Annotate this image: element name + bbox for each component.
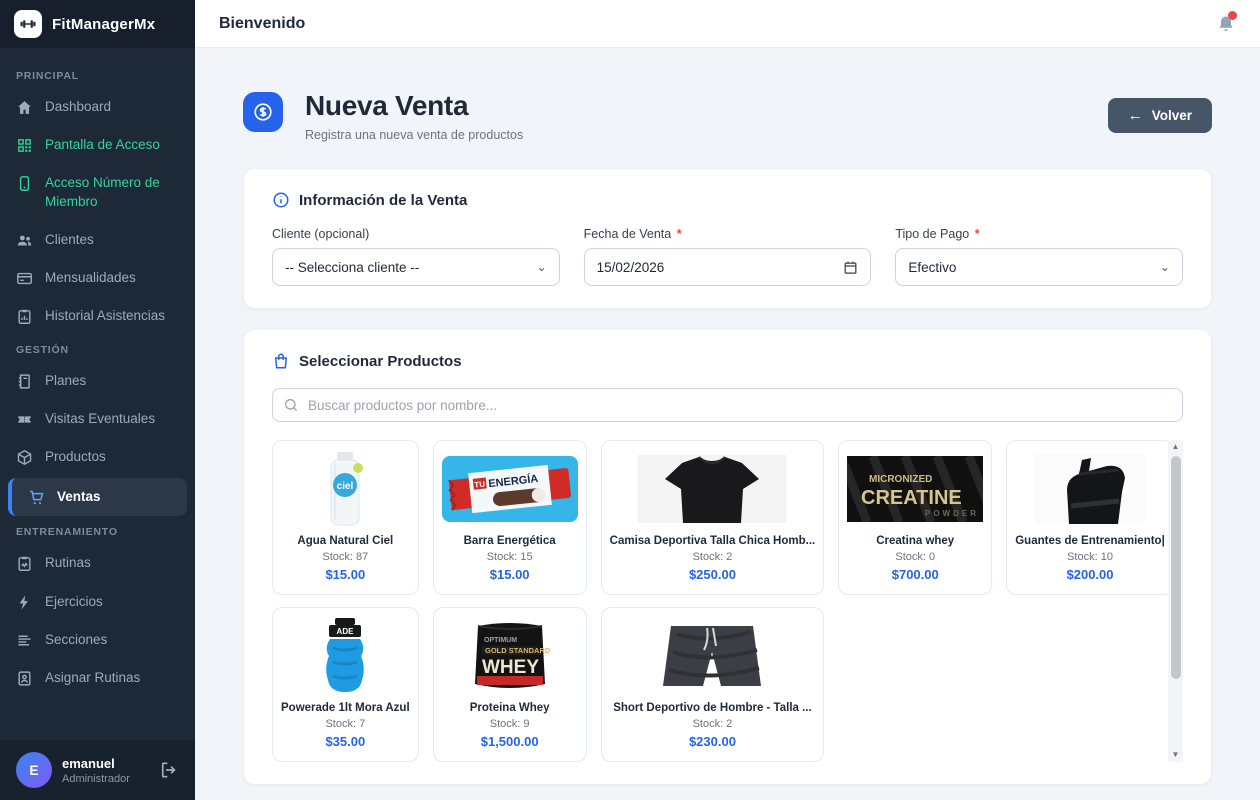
svg-text:ADE: ADE bbox=[337, 627, 355, 636]
list-icon bbox=[16, 632, 33, 649]
card-icon bbox=[16, 270, 33, 287]
sale-info-title: Información de la Venta bbox=[272, 191, 1183, 209]
sale-date-input[interactable]: 15/02/2026 bbox=[584, 248, 872, 286]
mobile-icon bbox=[16, 175, 33, 192]
page-title: Nueva Venta bbox=[305, 90, 523, 122]
nav-section-entrenamiento: ENTRENAMIENTO bbox=[0, 518, 195, 544]
logout-icon[interactable] bbox=[159, 760, 179, 780]
topbar-title: Bienvenido bbox=[219, 15, 305, 33]
back-button[interactable]: ← Volver bbox=[1108, 98, 1212, 133]
scroll-down-icon[interactable]: ▼ bbox=[1172, 748, 1180, 762]
clipboard-icon bbox=[16, 555, 33, 572]
app-logo-icon bbox=[14, 10, 42, 38]
product-card-short-deportivo[interactable]: Short Deportivo de Hombre - Talla ... St… bbox=[601, 607, 825, 762]
search-icon bbox=[283, 397, 299, 413]
sidebar-item-dashboard[interactable]: Dashboard bbox=[0, 88, 195, 126]
ticket-icon bbox=[16, 411, 33, 428]
product-card-barra-energetica[interactable]: TUENERGÍA Barra Energética Stock: 15 $15… bbox=[433, 440, 587, 595]
shopping-bag-icon bbox=[272, 352, 290, 370]
box-icon bbox=[16, 449, 33, 466]
nav-section-principal: PRINCIPAL bbox=[0, 62, 195, 88]
svg-text:MICRONIZED: MICRONIZED bbox=[869, 474, 932, 485]
sidebar-logo-area: FitManagerMx bbox=[0, 0, 195, 48]
cart-icon bbox=[28, 489, 45, 506]
product-search-input[interactable] bbox=[272, 388, 1183, 422]
sidebar-item-pantalla-de-acceso[interactable]: Pantalla de Acceso bbox=[0, 126, 195, 164]
avatar: E bbox=[16, 752, 52, 788]
sidebar-item-productos[interactable]: Productos bbox=[0, 438, 195, 476]
qr-code-icon bbox=[16, 137, 33, 154]
main-content: Nueva Venta Registra una nueva venta de … bbox=[195, 0, 1260, 800]
product-card-guantes-entrenamiento[interactable]: Guantes de Entrenamiento| Stock: 10 $200… bbox=[1006, 440, 1174, 595]
svg-text:ciel: ciel bbox=[337, 481, 354, 492]
user-role: Administrador bbox=[62, 773, 149, 785]
nav-section-gestion: GESTIÓN bbox=[0, 336, 195, 362]
chevron-down-icon: ⌄ bbox=[1160, 260, 1170, 274]
app-name: FitManagerMx bbox=[52, 16, 155, 33]
product-image-water-bottle: ciel bbox=[281, 451, 410, 527]
product-image-sports-drink: ADE bbox=[281, 618, 410, 694]
svg-text:TU: TU bbox=[474, 480, 486, 490]
svg-text:GOLD STANDARD: GOLD STANDARD bbox=[485, 646, 551, 655]
product-card-powerade[interactable]: ADE Powerade 1lt Mora Azul Stock: 7 $35.… bbox=[272, 607, 419, 762]
info-circle-icon bbox=[272, 191, 290, 209]
svg-text:OPTIMUM: OPTIMUM bbox=[484, 637, 517, 644]
product-image-creatine-jar: MICRONIZED CREATINEPOWDER bbox=[847, 451, 983, 527]
sidebar-user-panel: E emanuel Administrador bbox=[0, 740, 195, 800]
product-card-camisa-deportiva[interactable]: Camisa Deportiva Talla Chica Homb... Sto… bbox=[601, 440, 825, 595]
product-card-creatina-whey[interactable]: MICRONIZEDCREATINEPOWDER Creatina whey S… bbox=[838, 440, 992, 595]
sidebar-item-planes[interactable]: Planes bbox=[0, 362, 195, 400]
home-icon bbox=[16, 99, 33, 116]
bolt-icon bbox=[16, 594, 33, 611]
sidebar: FitManagerMx PRINCIPAL Dashboard Pantall… bbox=[0, 0, 195, 800]
product-selection-card: Seleccionar Productos ciel Agua Natural … bbox=[243, 329, 1212, 785]
sidebar-nav: PRINCIPAL Dashboard Pantalla de Acceso A… bbox=[0, 48, 195, 740]
sidebar-item-mensualidades[interactable]: Mensualidades bbox=[0, 259, 195, 297]
sale-info-card: Información de la Venta Cliente (opciona… bbox=[243, 168, 1212, 309]
scroll-up-icon[interactable]: ▲ bbox=[1172, 440, 1180, 454]
product-image-tshirt bbox=[610, 451, 816, 527]
user-name: emanuel bbox=[62, 756, 149, 771]
sidebar-item-visitas-eventuales[interactable]: Visitas Eventuales bbox=[0, 400, 195, 438]
notification-dot bbox=[1228, 11, 1237, 20]
svg-text:WHEY: WHEY bbox=[482, 657, 539, 678]
products-scrollbar[interactable]: ▲ ▼ bbox=[1168, 440, 1183, 762]
notifications-bell-icon[interactable] bbox=[1216, 14, 1236, 34]
dollar-circle-icon bbox=[243, 92, 283, 132]
sidebar-item-historial-asistencias[interactable]: Historial Asistencias bbox=[0, 297, 195, 335]
product-selection-title: Seleccionar Productos bbox=[272, 352, 1183, 370]
product-image-shorts bbox=[610, 618, 816, 694]
sidebar-item-rutinas[interactable]: Rutinas bbox=[0, 544, 195, 582]
calendar-icon[interactable] bbox=[843, 260, 858, 275]
product-image-training-glove bbox=[1015, 451, 1165, 527]
product-card-agua-natural-ciel[interactable]: ciel Agua Natural Ciel Stock: 87 $15.00 bbox=[272, 440, 419, 595]
clipboard-chart-icon bbox=[16, 308, 33, 325]
product-image-protein-tub: OPTIMUM GOLD STANDARD WHEY bbox=[442, 618, 578, 694]
sidebar-item-acceso-numero-miembro[interactable]: Acceso Número de Miembro bbox=[0, 164, 195, 220]
sidebar-item-secciones[interactable]: Secciones bbox=[0, 621, 195, 659]
payment-field-label: Tipo de Pago * bbox=[895, 227, 1183, 241]
product-card-proteina-whey[interactable]: OPTIMUMGOLD STANDARDWHEY Proteina Whey S… bbox=[433, 607, 587, 762]
users-icon bbox=[16, 232, 33, 249]
page-header: Nueva Venta Registra una nueva venta de … bbox=[243, 90, 1212, 142]
payment-type-select[interactable]: Efectivo ⌄ bbox=[895, 248, 1183, 286]
topbar: Bienvenido bbox=[195, 0, 1260, 48]
client-select[interactable]: -- Selecciona cliente -- ⌄ bbox=[272, 248, 560, 286]
sidebar-item-asignar-rutinas[interactable]: Asignar Rutinas bbox=[0, 659, 195, 697]
product-image-energy-bar: TUENERGÍA bbox=[442, 451, 578, 527]
sidebar-item-ventas[interactable]: Ventas bbox=[8, 478, 187, 516]
notebook-icon bbox=[16, 373, 33, 390]
page-subtitle: Registra una nueva venta de productos bbox=[305, 128, 523, 142]
client-field-label: Cliente (opcional) bbox=[272, 227, 560, 241]
arrow-left-icon: ← bbox=[1128, 108, 1143, 123]
products-scroll-area: ciel Agua Natural Ciel Stock: 87 $15.00 … bbox=[272, 440, 1183, 762]
svg-text:CREATINE: CREATINE bbox=[861, 487, 962, 509]
svg-text:POWDER: POWDER bbox=[925, 509, 979, 518]
sidebar-item-ejercicios[interactable]: Ejercicios bbox=[0, 583, 195, 621]
sidebar-item-clientes[interactable]: Clientes bbox=[0, 221, 195, 259]
person-badge-icon bbox=[16, 670, 33, 687]
date-field-label: Fecha de Venta * bbox=[584, 227, 872, 241]
scrollbar-thumb[interactable] bbox=[1171, 456, 1181, 679]
chevron-down-icon: ⌄ bbox=[537, 260, 547, 274]
